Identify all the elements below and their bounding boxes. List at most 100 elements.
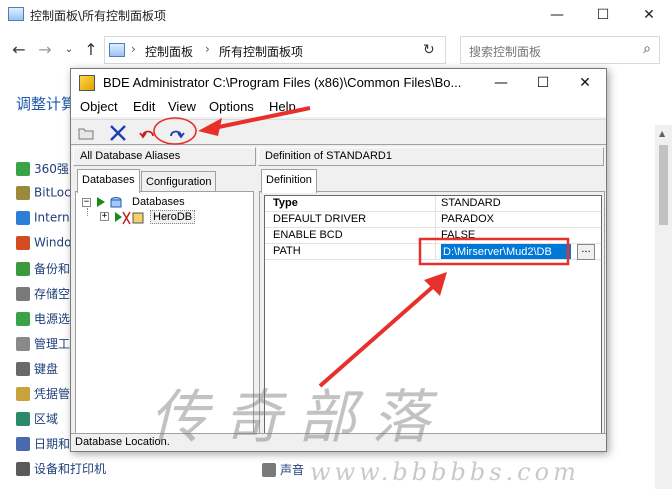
control-panel-title: 控制面板\所有控制面板项: [30, 9, 167, 23]
breadcrumb-control-panel[interactable]: 控制面板: [145, 43, 193, 60]
breadcrumb-chevron-icon[interactable]: ›: [131, 42, 136, 56]
cp-item-printers[interactable]: 设备和打印机: [16, 460, 106, 482]
grid-value: STANDARD: [441, 197, 501, 209]
cp-item-admin-tools[interactable]: 管理工: [16, 335, 70, 357]
calendar-icon: [16, 436, 30, 451]
delete-button[interactable]: [107, 122, 129, 144]
left-panel-header: All Database Aliases: [73, 147, 256, 166]
watermark-url: www.bbbbbs.com: [310, 458, 580, 486]
breadcrumb-chevron-icon[interactable]: ›: [205, 42, 210, 56]
grid-key: DEFAULT DRIVER: [273, 213, 367, 225]
bde-title: BDE Administrator C:\Program Files (x86)…: [103, 75, 462, 90]
cp-item-power[interactable]: 电源选: [16, 310, 70, 332]
windows-icon: [16, 235, 30, 250]
cp-item-datetime[interactable]: 日期和: [16, 435, 70, 457]
minimize-button[interactable]: —: [534, 2, 580, 28]
control-panel-icon: [8, 7, 24, 21]
bde-menubar: Object Edit View Options Help: [71, 97, 606, 117]
keyboard-icon: [16, 361, 30, 376]
control-panel-titlebar: 控制面板\所有控制面板项 — ☐ ✕: [0, 0, 672, 30]
maximize-button[interactable]: ☐: [580, 2, 626, 28]
apply-arrow-icon: [170, 130, 185, 139]
cp-item-360[interactable]: 360强: [16, 160, 69, 182]
scroll-thumb[interactable]: [659, 145, 668, 225]
tab-definition[interactable]: Definition: [261, 169, 317, 193]
undo-button[interactable]: [137, 122, 159, 144]
open-folder-button[interactable]: [75, 122, 97, 144]
delete-x-icon: [110, 125, 126, 141]
tree-collapse-toggle[interactable]: −: [82, 198, 91, 207]
address-icon: [109, 43, 125, 57]
storage-icon: [16, 286, 30, 301]
shield-icon: [16, 161, 30, 176]
undo-arrow-icon: [139, 130, 154, 139]
folder-icon: [78, 128, 94, 140]
watermark: 传奇部落: [150, 383, 447, 451]
cp-item-windows[interactable]: Windo: [16, 235, 72, 257]
scroll-up-icon[interactable]: ▲: [659, 129, 665, 138]
cp-item-storage[interactable]: 存储空: [16, 285, 70, 307]
herodb-alias-icon: [115, 211, 144, 225]
menu-help[interactable]: Help: [269, 99, 296, 114]
menu-options[interactable]: Options: [209, 99, 254, 114]
cp-item-credential[interactable]: 凭据管: [16, 385, 70, 407]
grid-row-default-driver[interactable]: DEFAULT DRIVER PARADOX: [265, 212, 601, 228]
bde-toolbar: [71, 119, 606, 145]
browse-button[interactable]: ...: [577, 244, 595, 260]
grid-row-enable-bcd[interactable]: ENABLE BCD FALSE: [265, 228, 601, 244]
cp-item-keyboard[interactable]: 键盘: [16, 360, 58, 382]
close-button[interactable]: ✕: [626, 2, 672, 28]
internet-icon: [16, 210, 30, 225]
search-icon[interactable]: ⌕: [643, 41, 651, 57]
address-bar[interactable]: › 控制面板 › 所有控制面板项 ⌄ ↻: [104, 36, 515, 64]
apply-button[interactable]: [165, 122, 187, 144]
bde-close-button[interactable]: ✕: [564, 70, 606, 96]
forward-arrow-icon[interactable]: →: [36, 40, 54, 60]
menu-view[interactable]: View: [168, 99, 196, 114]
tree-expand-toggle[interactable]: +: [100, 212, 109, 221]
power-icon: [16, 311, 30, 326]
tree-databases[interactable]: Databases: [132, 196, 185, 208]
path-input[interactable]: [441, 244, 571, 259]
databases-icon: [97, 197, 122, 208]
grid-value: PARADOX: [441, 213, 494, 225]
grid-key: PATH: [273, 245, 301, 257]
grid-row-type[interactable]: Type STANDARD: [265, 196, 601, 212]
vertical-scrollbar[interactable]: ▲: [655, 125, 672, 489]
printer-icon: [16, 461, 30, 476]
grid-value: FALSE: [441, 229, 476, 241]
grid-row-path[interactable]: PATH ...: [265, 244, 601, 260]
bde-app-icon: [79, 75, 95, 91]
recent-chevron-icon[interactable]: ⌄: [60, 40, 78, 60]
bitlocker-icon: [16, 185, 30, 200]
cp-item-sound[interactable]: 声音: [262, 461, 304, 478]
tab-configuration[interactable]: Configuration: [141, 171, 217, 193]
backup-icon: [16, 261, 30, 276]
credential-icon: [16, 386, 30, 401]
page-heading: 调整计算: [16, 95, 77, 113]
grid-key: Type: [273, 197, 298, 209]
admin-tools-icon: [16, 336, 30, 351]
cp-item-internet[interactable]: Interne: [16, 210, 77, 232]
bde-minimize-button[interactable]: —: [480, 70, 522, 96]
up-arrow-icon[interactable]: ↑: [82, 40, 100, 60]
grid-key: ENABLE BCD: [273, 229, 343, 241]
search-box[interactable]: 搜索控制面板 ⌕: [460, 36, 660, 64]
right-panel-header: Definition of STANDARD1: [258, 147, 604, 166]
search-input[interactable]: 搜索控制面板: [469, 43, 541, 60]
panel-headers: All Database Aliases Definition of STAND…: [71, 147, 606, 166]
bde-titlebar[interactable]: BDE Administrator C:\Program Files (x86)…: [71, 69, 606, 97]
back-arrow-icon[interactable]: ←: [10, 40, 28, 60]
menu-edit[interactable]: Edit: [133, 99, 155, 114]
speaker-icon: [262, 462, 276, 477]
tab-databases[interactable]: Databases: [77, 169, 140, 193]
refresh-icon[interactable]: ↻: [423, 42, 435, 58]
region-icon: [16, 411, 30, 426]
cp-item-bitlocker[interactable]: BitLoc: [16, 185, 71, 207]
breadcrumb-all-items[interactable]: 所有控制面板项: [219, 43, 303, 60]
cp-item-region[interactable]: 区域: [16, 410, 58, 432]
cp-item-backup[interactable]: 备份和: [16, 260, 70, 282]
bde-maximize-button[interactable]: ☐: [522, 70, 564, 96]
menu-object[interactable]: Object: [80, 99, 118, 114]
tree-herodb[interactable]: HeroDB: [150, 210, 196, 224]
